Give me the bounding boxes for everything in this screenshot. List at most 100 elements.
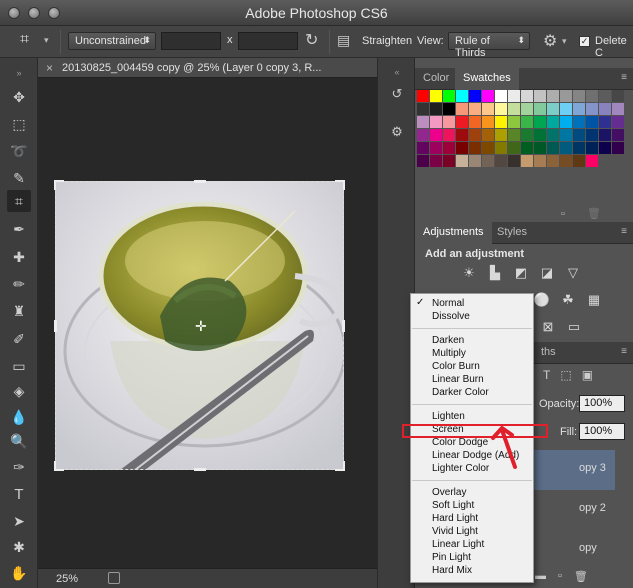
filter-shape-icon[interactable]: ⬚ [560,368,571,382]
swatch[interactable] [508,142,520,154]
swatch[interactable] [508,129,520,141]
panel-menu-icon[interactable]: ≡ [621,346,627,357]
swatch[interactable] [599,90,611,102]
swatch[interactable] [430,90,442,102]
swatch[interactable] [443,103,455,115]
blend-mode-item[interactable]: Color Burn [432,360,480,373]
blend-mode-item[interactable]: Linear Burn [432,373,484,386]
panel-menu-icon[interactable]: ≡ [621,226,627,237]
clone-stamp-tool-icon[interactable]: ♜ [7,300,31,322]
blend-mode-item[interactable]: Overlay [432,486,466,499]
swatch[interactable] [443,155,455,167]
swatch[interactable] [482,116,494,128]
brush-tool-icon[interactable]: ✏ [7,273,31,295]
close-tab-icon[interactable]: × [46,61,53,75]
blend-mode-item[interactable]: Linear Light [432,538,484,551]
swatch[interactable] [547,155,559,167]
clear-icon[interactable]: ↻ [305,30,318,49]
swatch[interactable] [573,129,585,141]
swatch[interactable] [495,103,507,115]
swatch[interactable] [599,142,611,154]
swatch[interactable] [508,90,520,102]
delete-layer-icon[interactable]: 🗑 [574,570,588,583]
new-layer-icon[interactable]: ▫ [558,570,562,583]
marquee-tool-icon[interactable]: ⬚ [7,113,31,135]
swatch[interactable] [508,116,520,128]
move-tool-icon[interactable]: ✥ [7,86,31,108]
swatch[interactable] [521,116,533,128]
fill-input[interactable]: 100% [579,423,625,440]
blend-mode-item[interactable]: Dissolve [432,310,470,323]
swatch[interactable] [495,116,507,128]
swatch[interactable] [482,90,494,102]
swatch[interactable] [521,90,533,102]
swatch[interactable] [456,116,468,128]
swatch[interactable] [495,155,507,167]
swatch[interactable] [443,116,455,128]
gear-caret-icon[interactable]: ▾ [562,36,567,54]
straighten-button[interactable]: Straighten [362,35,412,53]
swatch[interactable] [573,116,585,128]
blend-mode-item[interactable]: Multiply [432,347,466,360]
blend-mode-item[interactable]: Soft Light [432,499,474,512]
zoom-level[interactable]: 25% [56,573,78,585]
new-group-icon[interactable]: ▬ [535,570,546,583]
height-input[interactable] [238,32,298,50]
swatch[interactable] [612,129,624,141]
blur-tool-icon[interactable]: 💧 [7,406,31,428]
swatch[interactable] [482,129,494,141]
swatch[interactable] [560,142,572,154]
swatch[interactable] [482,103,494,115]
swatch[interactable] [430,129,442,141]
view-dropdown[interactable]: Rule of Thirds ⬍ [448,32,530,59]
swatch[interactable] [456,103,468,115]
swatch[interactable] [456,155,468,167]
blend-mode-item[interactable]: Lighter Color [432,462,489,475]
swatch[interactable] [417,129,429,141]
swatch[interactable] [599,116,611,128]
swatch[interactable] [573,90,585,102]
swatch[interactable] [482,155,494,167]
swatch[interactable] [547,116,559,128]
swatch[interactable] [430,116,442,128]
swatch[interactable] [521,155,533,167]
straighten-icon[interactable]: ▤ [337,32,350,50]
swatch[interactable] [560,90,572,102]
selective-color-icon[interactable]: ⊠ [539,318,557,336]
channel-mixer-icon[interactable]: ⚪ [533,291,551,309]
swatch[interactable] [573,103,585,115]
swatch[interactable] [560,155,572,167]
path-selection-tool-icon[interactable]: ➤ [7,510,31,532]
color-lookup-icon[interactable]: ☘ [559,291,577,309]
swatch[interactable] [495,142,507,154]
status-menu-icon[interactable] [108,572,120,584]
shape-tool-icon[interactable]: ✱ [7,536,31,558]
history-panel-icon[interactable]: ↺ [385,82,409,106]
swatch[interactable] [521,129,533,141]
swatch[interactable] [586,116,598,128]
levels-icon[interactable]: ▙ [486,264,504,282]
swatch[interactable] [547,142,559,154]
tab-paths[interactable]: ths [533,342,564,364]
swatch[interactable] [482,142,494,154]
swatch[interactable] [599,129,611,141]
opacity-input[interactable]: 100% [579,395,625,412]
filter-smart-icon[interactable]: ▣ [582,368,593,382]
width-input[interactable] [161,32,221,50]
exposure-icon[interactable]: ◪ [538,264,556,282]
pen-tool-icon[interactable]: ✑ [7,456,31,478]
swatch[interactable] [469,129,481,141]
tab-styles[interactable]: Styles [489,222,535,244]
swatch[interactable] [547,129,559,141]
blend-mode-item[interactable]: Vivid Light [432,525,478,538]
brightness-contrast-icon[interactable]: ☀ [460,264,478,282]
swatch[interactable] [534,90,546,102]
blend-mode-item[interactable]: Pin Light [432,551,471,564]
grid-icon[interactable]: ▦ [585,291,603,309]
crop-tool-icon[interactable]: ⌗ [7,190,31,212]
delete-cropped-checkbox[interactable]: ✓ [579,36,590,47]
swatch[interactable] [534,116,546,128]
swatch[interactable] [612,90,624,102]
tab-color[interactable]: Color [415,68,457,90]
swatch[interactable] [469,103,481,115]
